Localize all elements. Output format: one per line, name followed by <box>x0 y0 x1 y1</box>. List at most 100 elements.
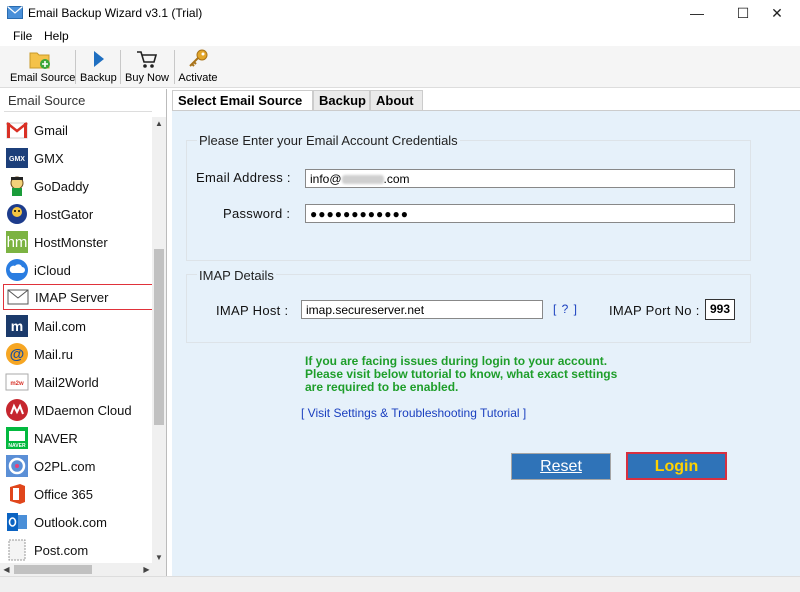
source-label: Mail.ru <box>34 346 74 362</box>
svg-text:m2w: m2w <box>10 381 24 387</box>
title-bar: Email Backup Wizard v3.1 (Trial) — ☐ ✕ <box>0 0 800 26</box>
imap-envelope-icon <box>7 289 29 305</box>
tab-about[interactable]: About <box>370 90 423 110</box>
password-field[interactable]: ●●●●●●●●●●●● <box>305 204 735 223</box>
mailru-icon: @ <box>6 343 28 365</box>
svg-text:GMX: GMX <box>9 156 25 163</box>
menu-bar: File Help <box>0 26 800 46</box>
buy-now-label: Buy Now <box>124 72 170 84</box>
play-arrow-icon <box>94 51 104 67</box>
menu-help[interactable]: Help <box>44 29 69 43</box>
key-icon <box>189 49 208 67</box>
source-label: Mail2World <box>34 374 99 390</box>
main-panel: Please Enter your Email Account Credenti… <box>172 111 800 576</box>
source-label: Gmail <box>34 122 68 138</box>
godaddy-icon <box>10 176 24 196</box>
source-item-office365[interactable]: Office 365 <box>3 481 152 507</box>
imap-help-link[interactable]: [ ? ] <box>553 302 578 316</box>
source-item-imap-server[interactable]: IMAP Server <box>3 284 152 310</box>
reset-button[interactable]: Reset <box>511 453 611 480</box>
source-item-o2pl[interactable]: O2PL.com <box>3 453 152 479</box>
backup-button[interactable]: Backup <box>80 48 117 86</box>
source-label: Post.com <box>34 542 89 558</box>
activate-label: Activate <box>178 72 218 84</box>
reset-label: Reset <box>540 458 582 475</box>
toolbar: Email Source Backup Buy Now Activate <box>0 46 800 88</box>
mail2world-icon: m2w <box>5 373 29 391</box>
scrollbar-thumb[interactable] <box>154 249 164 425</box>
source-label: MDaemon Cloud <box>34 402 132 418</box>
shopping-cart-icon <box>137 51 158 68</box>
scroll-right-icon[interactable]: ▶ <box>140 563 153 576</box>
tab-select-email-source[interactable]: Select Email Source <box>172 90 313 111</box>
imap-port-label: IMAP Port No : <box>609 303 700 318</box>
source-item-naver[interactable]: NAVER NAVER <box>3 425 152 451</box>
buy-now-button[interactable]: Buy Now <box>124 48 170 86</box>
imap-host-field[interactable]: imap.secureserver.net <box>301 300 543 319</box>
source-label: IMAP Server <box>35 289 109 305</box>
imap-port-field[interactable]: 993 <box>705 299 735 320</box>
source-item-outlookcom[interactable]: Outlook.com <box>3 509 152 535</box>
menu-file[interactable]: File <box>13 29 32 43</box>
source-label: Outlook.com <box>34 514 107 530</box>
gmx-icon: GMX <box>6 148 28 168</box>
tab-backup[interactable]: Backup <box>313 90 370 110</box>
source-item-gmx[interactable]: GMX GMX <box>3 145 152 171</box>
toolbar-divider <box>75 50 76 84</box>
office365-icon <box>10 484 25 504</box>
mailcom-icon: m <box>6 315 28 337</box>
backup-label: Backup <box>80 72 117 84</box>
source-item-icloud[interactable]: iCloud <box>3 257 152 283</box>
mdaemon-icon <box>6 399 28 421</box>
svg-text:NAVER: NAVER <box>8 443 26 449</box>
icloud-icon <box>6 259 28 281</box>
imap-details-title: IMAP Details <box>197 268 276 283</box>
source-label: Mail.com <box>34 318 87 334</box>
credentials-group <box>186 140 751 261</box>
email-source-list: Gmail GMX GMX GoDaddy HostGator hm HostM… <box>0 117 152 565</box>
source-item-mail2world[interactable]: m2w Mail2World <box>3 369 152 395</box>
toolbar-divider <box>120 50 121 84</box>
source-item-postcom[interactable]: Post.com <box>3 537 152 563</box>
window-title: Email Backup Wizard v3.1 (Trial) <box>28 6 203 20</box>
source-item-godaddy[interactable]: GoDaddy <box>3 173 152 199</box>
source-item-mdaemon-cloud[interactable]: MDaemon Cloud <box>3 397 152 423</box>
sidebar-divider <box>4 111 152 112</box>
credentials-title: Please Enter your Email Account Credenti… <box>197 133 460 148</box>
svg-text:m: m <box>11 318 23 334</box>
email-source-label: Email Source <box>10 72 76 84</box>
sidebar-title: Email Source <box>8 93 86 108</box>
svg-text:@: @ <box>10 346 25 363</box>
close-button[interactable]: ✕ <box>754 0 800 26</box>
scroll-up-icon[interactable]: ▲ <box>152 117 166 131</box>
email-source-button[interactable]: Email Source <box>10 48 76 86</box>
source-item-mailru[interactable]: @ Mail.ru <box>3 341 152 367</box>
email-address-label: Email Address : <box>196 170 291 185</box>
notice-line: are required to be enabled. <box>305 380 459 394</box>
tutorial-link[interactable]: [ Visit Settings & Troubleshooting Tutor… <box>301 406 526 420</box>
status-bar <box>0 576 800 592</box>
source-label: GoDaddy <box>34 178 89 194</box>
minimize-button[interactable]: — <box>674 0 720 26</box>
source-label: O2PL.com <box>34 458 96 474</box>
scroll-left-icon[interactable]: ◀ <box>0 563 13 576</box>
o2pl-icon <box>6 455 28 477</box>
gmail-icon <box>6 122 28 139</box>
source-label: HostMonster <box>34 234 108 250</box>
source-label: HostGator <box>34 206 94 222</box>
email-address-field[interactable]: info@ .com <box>305 169 735 188</box>
naver-icon: NAVER <box>6 427 28 449</box>
scrollbar-thumb[interactable] <box>14 565 92 574</box>
redacted-text <box>341 175 384 185</box>
source-label: Office 365 <box>34 486 94 502</box>
activate-button[interactable]: Activate <box>177 48 219 86</box>
source-item-hostmonster[interactable]: hm HostMonster <box>3 229 152 255</box>
source-item-hostgator[interactable]: HostGator <box>3 201 152 227</box>
source-item-mailcom[interactable]: m Mail.com <box>3 313 152 339</box>
hostmonster-icon: hm <box>6 231 28 253</box>
sidebar-vertical-scrollbar[interactable]: ▲ ▼ <box>152 117 166 565</box>
source-item-gmail[interactable]: Gmail <box>3 117 152 143</box>
email-prefix: info@ <box>310 172 342 186</box>
sidebar-horizontal-scrollbar[interactable]: ◀ ▶ <box>0 563 166 576</box>
login-button[interactable]: Login <box>626 452 727 480</box>
